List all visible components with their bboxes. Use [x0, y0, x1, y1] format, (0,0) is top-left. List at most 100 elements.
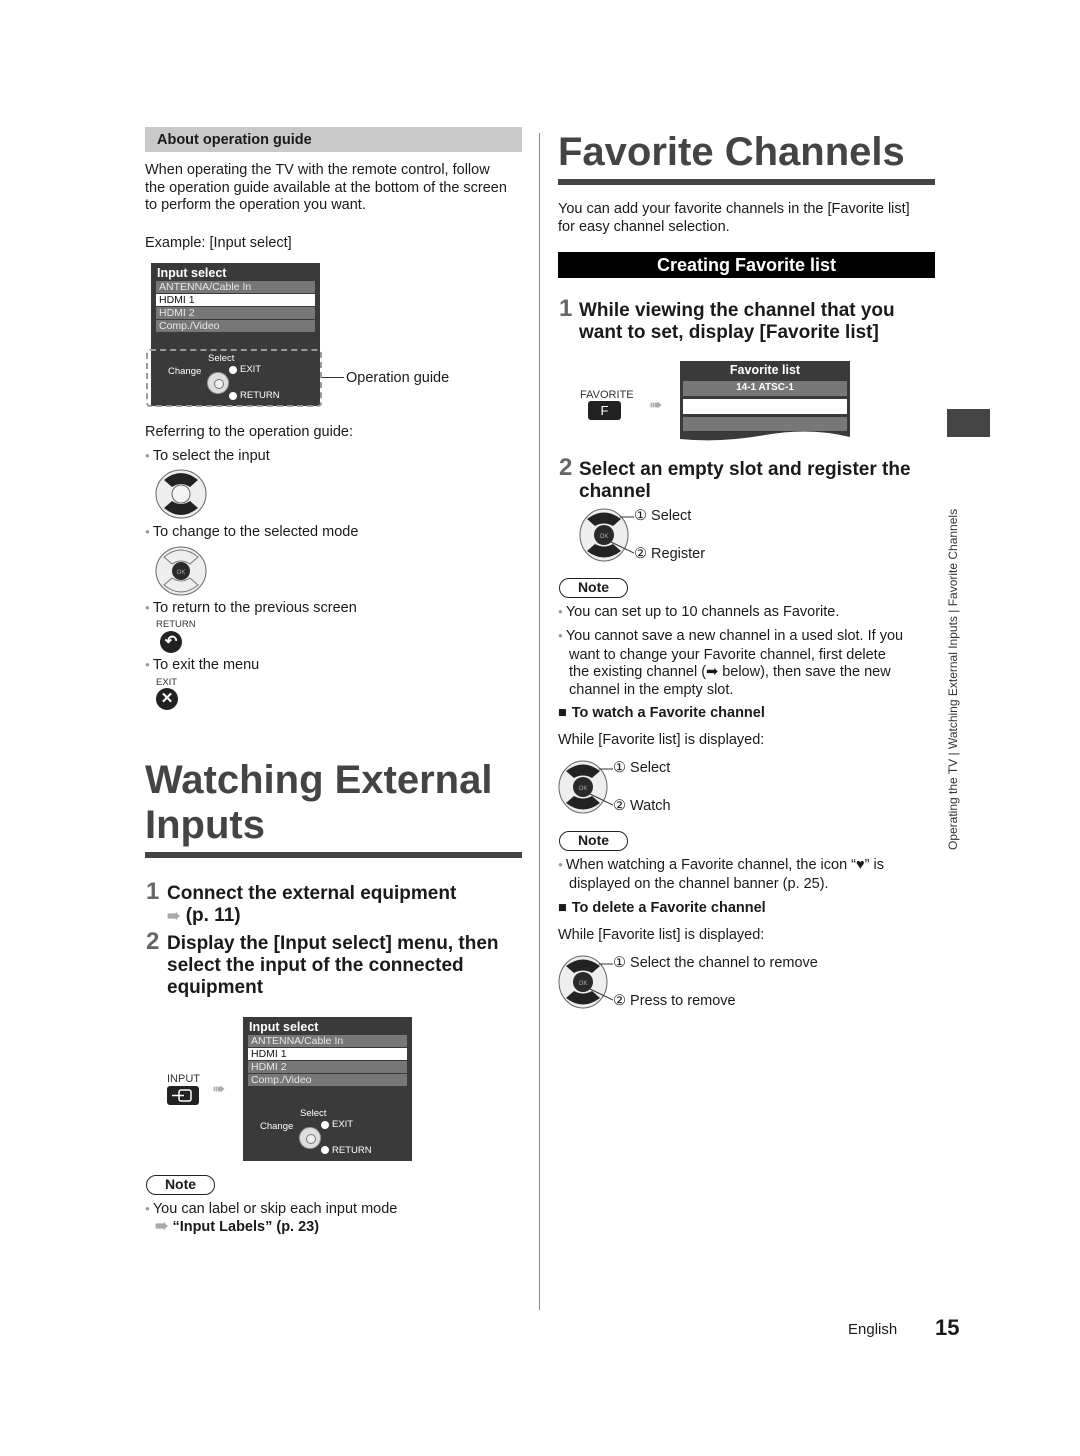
referring-label: Referring to the operation guide:: [145, 424, 353, 440]
example-label: Example: [Input select]: [145, 235, 292, 251]
chapter-rule: [558, 179, 935, 185]
step-line: Select an empty slot and register the: [579, 459, 911, 480]
exit-dot-icon: [229, 366, 237, 374]
exit-button-icon: ✕: [156, 688, 178, 710]
note-line: want to change your Favorite channel, fi…: [569, 646, 886, 663]
osd-row: Comp./Video: [248, 1074, 407, 1086]
bullet-select-input: To select the input: [145, 448, 270, 467]
osd-row-selected: HDMI 1: [248, 1048, 407, 1060]
note-label: Note: [559, 578, 628, 598]
intro-line: You can add your favorite channels in th…: [558, 201, 910, 217]
link-text: “Input Labels” (p. 23): [172, 1219, 320, 1235]
osd-row: ANTENNA/Cable In: [248, 1035, 407, 1047]
callout-line: [322, 377, 344, 378]
return-key-label: RETURN: [156, 619, 196, 630]
favorite-intro: You can add your favorite channels in th…: [558, 201, 910, 236]
guide-change: Change: [168, 366, 202, 377]
svg-text:OK: OK: [579, 981, 588, 987]
step-line: Connect the external equipment: [167, 883, 457, 904]
note-line: channel in the empty slot.: [569, 681, 734, 698]
step-number: 2: [146, 928, 160, 955]
guide-exit: EXIT: [332, 1119, 354, 1130]
step-link[interactable]: ➠ (p. 11): [167, 905, 456, 928]
step-number: 1: [146, 878, 160, 905]
chapter-title-line: Watching External: [145, 758, 493, 802]
arrow-right-icon: ➠: [212, 1081, 226, 1098]
favorite-key-icon: F: [588, 401, 621, 420]
bullet-return: To return to the previous screen: [145, 600, 357, 619]
step-text: Select an empty slot and register the ch…: [579, 459, 911, 503]
svg-text:OK: OK: [579, 786, 588, 792]
action-watch: ② Watch: [613, 798, 671, 814]
svg-text:OK: OK: [177, 570, 186, 576]
note-text: You can label or skip each input mode: [145, 1201, 398, 1220]
favorite-key-label: FAVORITE: [580, 389, 634, 401]
note-item: You can set up to 10 channels as Favorit…: [558, 604, 840, 623]
input-key-label: INPUT: [167, 1073, 200, 1085]
mini-dpad-icon: [207, 372, 229, 394]
osd-title: Input select: [249, 1020, 319, 1034]
exit-dot-icon: [321, 1121, 329, 1129]
note-line: When watching a Favorite channel, the ic…: [558, 857, 884, 876]
chapter-title-favorite-channels: Favorite Channels: [558, 130, 905, 174]
creating-favorite-list-bar: Creating Favorite list: [558, 252, 935, 278]
dpad-ok-icon: OK: [155, 546, 207, 596]
operation-guide-callout: Operation guide: [346, 370, 450, 386]
chapter-title-watching-external-inputs: Watching External Inputs: [145, 758, 492, 848]
intro-line: the operation guide available at the bot…: [145, 179, 507, 196]
bullet-exit: To exit the menu: [145, 657, 259, 676]
guide-return: RETURN: [332, 1145, 372, 1156]
input-labels-link[interactable]: ➠ “Input Labels” (p. 23): [155, 1218, 319, 1237]
page-ref: (p. 11): [185, 905, 241, 926]
note-label: Note: [559, 831, 628, 851]
action-select: ① Select: [613, 760, 671, 776]
arrow-right-icon: ➠: [167, 908, 181, 925]
intro-line: for easy channel selection.: [558, 218, 730, 235]
favorite-list-row: 14-1 ATSC-1: [736, 382, 794, 393]
action-select-remove: ① Select the channel to remove: [613, 955, 818, 971]
watch-heading: To watch a Favorite channel: [558, 705, 765, 723]
guide-change: Change: [260, 1121, 294, 1132]
step-line: select the input of the connected: [167, 955, 464, 976]
osd-row: ANTENNA/Cable In: [156, 281, 315, 293]
chapter-rule: [145, 852, 522, 858]
input-key-icon: [167, 1086, 199, 1105]
step-line: Display the [Input select] menu, then: [167, 933, 499, 954]
guide-select: Select: [208, 353, 235, 364]
page-number: 15: [935, 1315, 960, 1340]
note-line: You cannot save a new channel in a used …: [558, 628, 903, 647]
step-text: Connect the external equipment ➠ (p. 11): [167, 883, 456, 928]
osd-row: Comp./Video: [156, 320, 315, 332]
guide-return: RETURN: [240, 390, 280, 401]
step-text: While viewing the channel that you want …: [579, 300, 895, 344]
action-select: ① Select: [634, 508, 692, 524]
dpad-select-watch-icon: OK: [558, 760, 613, 814]
delete-while: While [Favorite list] is displayed:: [558, 927, 765, 943]
note-item: When watching a Favorite channel, the ic…: [558, 857, 884, 893]
exit-key-label: EXIT: [156, 677, 178, 688]
note-line: displayed on the channel banner (p. 25).: [569, 875, 829, 892]
action-press-remove: ② Press to remove: [613, 993, 736, 1009]
action-register: ② Register: [634, 546, 706, 562]
column-divider: [539, 133, 540, 1310]
watch-while: While [Favorite list] is displayed:: [558, 732, 765, 748]
osd-row-selected: HDMI 1: [156, 294, 315, 306]
dpad-up-down-icon: [155, 469, 207, 519]
delete-heading: To delete a Favorite channel: [558, 900, 766, 918]
chapter-title-line: Inputs: [145, 803, 265, 847]
step-number: 1: [559, 295, 573, 322]
dpad-select-register-icon: OK: [579, 508, 634, 562]
section-bar-about-operation-guide: About operation guide: [145, 127, 522, 152]
arrow-right-icon: ➠: [155, 1218, 169, 1235]
guide-select: Select: [300, 1108, 327, 1119]
svg-text:OK: OK: [600, 534, 609, 540]
step-line: equipment: [167, 977, 264, 998]
step-number: 2: [559, 454, 573, 481]
note-line: the existing channel (➡ below), then sav…: [569, 664, 891, 680]
footer-language: English: [848, 1321, 898, 1338]
side-breadcrumb: Operating the TV | Watching External Inp…: [946, 508, 960, 850]
intro-line: to perform the operation you want.: [145, 197, 366, 213]
mini-dpad-icon: [299, 1127, 321, 1149]
favorite-list-title: Favorite list: [729, 363, 801, 377]
osd-row: HDMI 2: [156, 307, 315, 319]
